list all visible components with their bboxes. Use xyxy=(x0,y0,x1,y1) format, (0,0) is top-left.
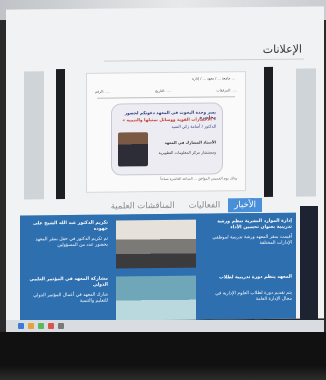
news-item-title[interactable]: المعهد ينظم دورة تدريبية لطلاب xyxy=(206,275,292,282)
tab-news[interactable]: الأخبار xyxy=(228,197,262,213)
news-thumbnail[interactable] xyxy=(116,219,196,269)
news-item-title[interactable]: إدارة الموارد البشرية تنظم ورشة تدريبية … xyxy=(206,219,292,232)
tab-events[interactable]: الفعاليات xyxy=(183,198,227,212)
monitor-bezel xyxy=(0,332,326,380)
doc-field: الرقم: .... xyxy=(95,89,110,94)
folder-icon[interactable] xyxy=(28,323,34,329)
settings-icon[interactable] xyxy=(58,323,64,329)
news-column-right: إدارة الموارد البشرية تنظم ورشة تدريبية … xyxy=(204,213,296,322)
browser-viewport: الإعلانات جامعة ... / معهد ... / إدارة .… xyxy=(6,6,324,322)
browser-icon[interactable] xyxy=(18,323,24,329)
news-item-body: تم تكريم الدكتور في حفل بمقر المعهد بحضو… xyxy=(35,236,108,249)
announcement-document[interactable]: جامعة ... / معهد ... / إدارة ... الرقم: … xyxy=(86,71,246,193)
media-icon[interactable] xyxy=(48,323,54,329)
doc-footer: وذلك يوم الخميس الموافق ... الساعة العاش… xyxy=(160,176,237,182)
doc-fields: الرقم: .... التاريخ: .... المرفقات: .... xyxy=(95,88,237,93)
tab-scientific-discussions[interactable]: المناقشات العلمية xyxy=(105,199,181,214)
invite-title: الأستاذ المشارك في المعهد xyxy=(164,139,216,146)
section-divider xyxy=(104,58,304,62)
doc-rule xyxy=(97,96,235,99)
carousel-prev-panel[interactable] xyxy=(24,71,44,200)
invite-affiliation: ومستشار مركز المعلومات التطويرية xyxy=(158,149,216,156)
announcements-title: الإعلانات xyxy=(262,42,302,56)
news-item-body: يتم تقديم دورة لطلاب العلوم الإدارية في … xyxy=(215,290,292,303)
doc-field: التاريخ: .... xyxy=(155,88,171,94)
news-thumbnail[interactable] xyxy=(116,275,196,322)
carousel-next-panel[interactable] xyxy=(296,68,316,197)
carousel-right-frame xyxy=(264,66,273,197)
invite-speaker: للدكتور / أسامة زكي السيد xyxy=(171,123,216,129)
carousel-left-frame xyxy=(56,69,65,200)
news-panel: تكريم الدكتور عبد الله الشيخ على جهوده ت… xyxy=(20,212,296,322)
news-item-body: أقيمت بمقر المعهد ورشة تدريبية لموظفي ال… xyxy=(212,234,292,247)
doc-field: المرفقات: .... xyxy=(216,88,237,93)
app-icon[interactable] xyxy=(38,323,44,329)
news-item-title[interactable]: مشاركة المعهد في المؤتمر العلمي الدولي xyxy=(22,277,108,290)
news-column-images xyxy=(112,214,204,322)
sidebar-dark-panel xyxy=(300,206,318,320)
news-column-left: تكريم الدكتور عبد الله الشيخ على جهوده ت… xyxy=(20,215,112,322)
lecture-invitation-card: يسر وحدة البحوث في المعهد دعوتكم لحضور م… xyxy=(111,102,223,176)
news-item-title[interactable]: تكريم الدكتور عبد الله الشيخ على جهوده xyxy=(22,221,108,234)
taskbar-icons xyxy=(18,323,64,329)
doc-header: جامعة ... / معهد ... / إدارة ... xyxy=(192,76,235,81)
news-item-body: شارك المعهد في أعمال المؤتمر الدولي للتع… xyxy=(33,292,108,304)
invite-topic: « الاختبارات القوية ووسائل تمثيلها والتن… xyxy=(122,116,216,123)
speaker-photo xyxy=(118,132,148,167)
